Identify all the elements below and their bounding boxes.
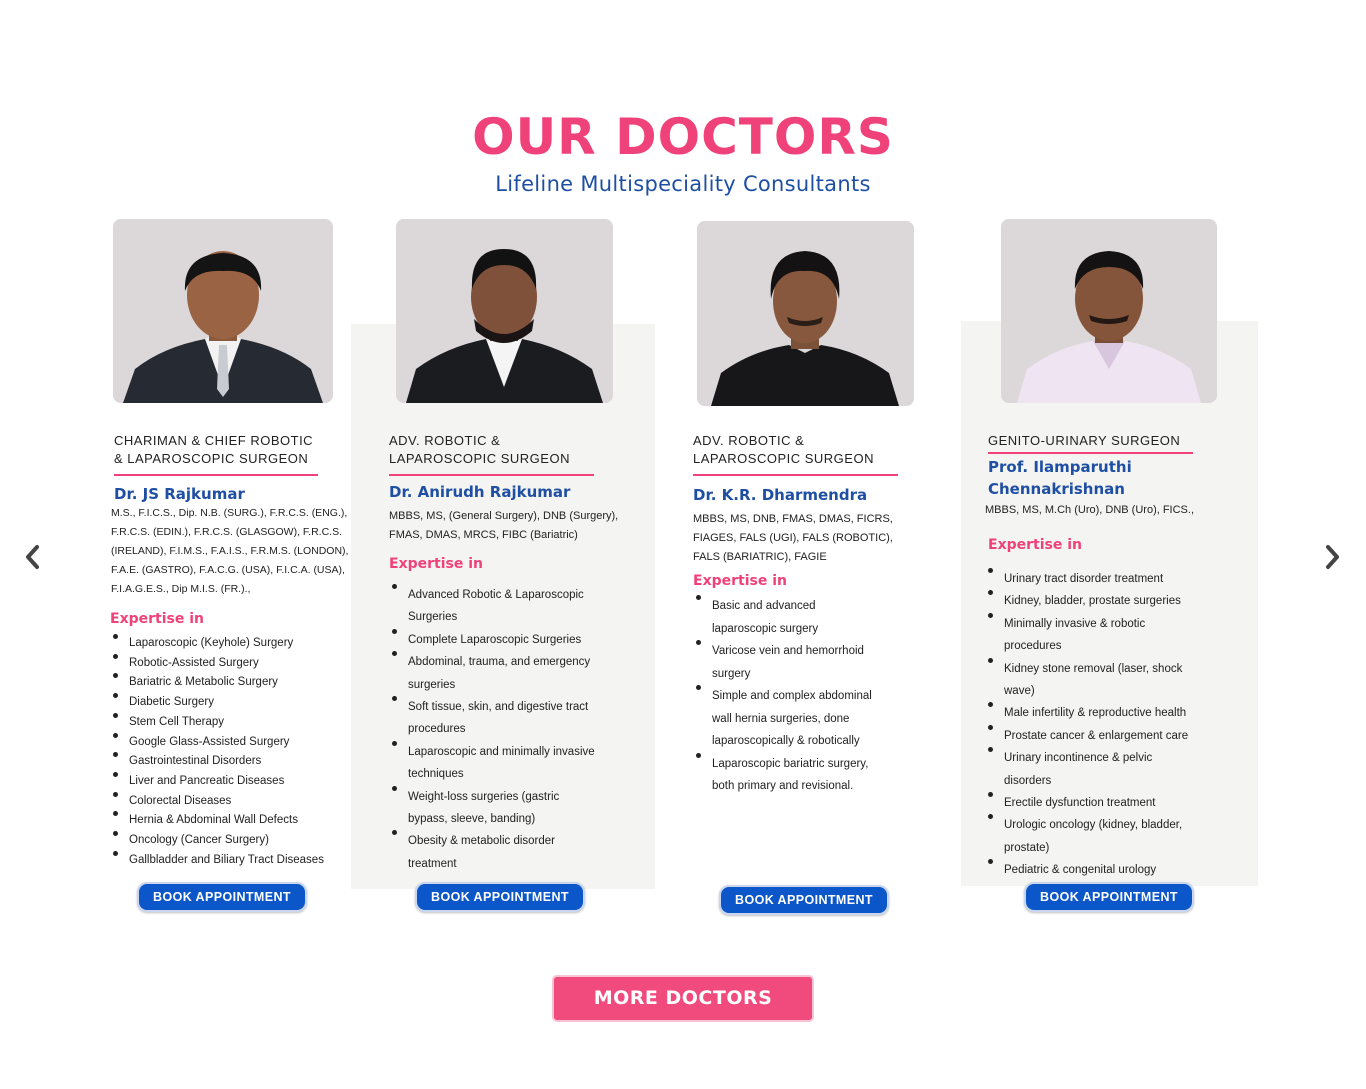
list-item: Prostate cancer & enlargement care [985,724,1235,747]
list-item: Gastrointestinal Disorders [110,752,360,772]
doctor-role: CHARIMAN & CHIEF ROBOTIC & LAPAROSCOPIC S… [114,433,314,466]
list-item: Pediatric & congenital urology [985,859,1235,881]
list-item: Bariatric & Metabolic Surgery [110,673,360,693]
book-appointment-button[interactable]: BOOK APPOINTMENT [415,882,585,912]
doctor-qualifications: MBBS, MS, (General Surgery), DNB (Surger… [389,510,619,541]
list-item: procedures [1004,640,1062,653]
list-item: wall hernia surgeries, done [712,712,850,725]
doctor-name: Dr. JS Rajkumar [114,485,245,503]
doctor-role: ADV. ROBOTIC & LAPAROSCOPIC SURGEON [693,433,874,466]
expertise-heading: Expertise in [389,556,483,572]
list-item: Stem Cell Therapy [110,712,360,733]
list-item: Abdominal, trauma, and emergency [389,651,651,673]
list-item: techniques [408,768,464,781]
doctor-qualifications: MBBS, MS, M.Ch (Uro), DNB (Uro), FICS., [985,504,1195,516]
list-item: Urinary tract disorder treatment [985,568,1235,590]
doctor-photo [396,219,613,403]
role-underline [693,474,898,476]
doctor-name: Dr. K.R. Dharmendra [693,486,868,504]
list-item: Basic and advanced [693,595,913,618]
expertise-list: Laparoscopic (Keyhole) Surgery Robotic-A… [110,634,360,870]
list-item: Liver and Pancreatic Diseases [110,771,360,792]
list-item: Laparoscopic bariatric surgery, [693,752,913,776]
doctor-qualifications: M.S., F.I.C.S., Dip. N.B. (SURG.), F.R.C… [111,507,349,595]
list-item: Diabetic Surgery [110,693,360,713]
list-item: disorders [1004,774,1052,787]
list-item: procedures [408,723,466,736]
list-item: Gallbladder and Biliary Tract Diseases [110,850,360,871]
expertise-heading: Expertise in [693,573,787,589]
doctor-photo [113,219,333,403]
expertise-heading: Expertise in [110,611,204,627]
doctor-role: ADV. ROBOTIC & LAPAROSCOPIC SURGEON [389,433,570,466]
section-title: OUR DOCTORS [472,108,894,166]
book-appointment-button[interactable]: BOOK APPOINTMENT [1024,882,1194,912]
list-item: surgery [712,667,751,680]
more-doctors-button[interactable]: MORE DOCTORS [552,975,814,1022]
list-item: Complete Laparoscopic Surgeries [389,628,651,651]
list-item: Oncology (Cancer Surgery) [110,831,360,851]
list-item: Hernia & Abdominal Wall Defects [110,811,360,831]
role-underline [114,474,318,476]
list-item: Urinary incontinence & pelvic [985,747,1235,769]
doctor-qualifications: MBBS, MS, DNB, FMAS, DMAS, FICRS, FIAGES,… [693,513,893,563]
list-item: Minimally invasive & robotic [985,612,1235,635]
carousel-prev-button[interactable] [20,541,46,573]
list-item: prostate) [1004,841,1050,854]
list-item: Urologic oncology (kidney, bladder, [985,814,1235,836]
book-appointment-button[interactable]: BOOK APPOINTMENT [719,885,889,915]
section-subtitle: Lifeline Multispeciality Consultants [495,172,871,196]
list-item: Kidney, bladder, prostate surgeries [985,590,1235,612]
list-item: Weight-loss surgeries (gastric [389,785,651,808]
list-item: Robotic-Assisted Surgery [110,653,360,674]
list-item: Erectile dysfunction treatment [985,792,1235,814]
doctor-role: GENITO-URINARY SURGEON [988,433,1181,448]
expertise-list: Basic and advanced laparoscopic surgery … [693,595,913,798]
list-item: Colorectal Diseases [110,791,360,812]
role-underline [389,474,594,476]
list-item: bypass, sleeve, banding) [408,813,536,826]
list-item: Laparoscopic and minimally invasive [389,740,651,763]
list-item: surgeries [408,678,456,691]
carousel-next-button[interactable] [1319,541,1345,573]
list-item: wave) [1004,685,1035,698]
list-item: Simple and complex abdominal [693,685,913,708]
list-item: Obesity & metabolic disorder [389,830,651,852]
role-underline [988,452,1193,454]
doctor-portrait-illustration [396,219,613,403]
doctor-name: Dr. Anirudh Rajkumar [389,483,571,501]
expertise-list: Advanced Robotic & Laparoscopic Surgerie… [389,584,651,875]
list-item: Laparoscopic (Keyhole) Surgery [110,634,360,654]
list-item: Kidney stone removal (laser, shock [985,657,1235,680]
list-item: Surgeries [408,611,458,624]
list-item: Google Glass-Assisted Surgery [110,732,360,753]
doctor-name: Prof. Ilamparuthi Chennakrishnan [988,458,1132,498]
list-item: both primary and revisional. [712,780,854,792]
book-appointment-button[interactable]: BOOK APPOINTMENT [137,882,307,912]
list-item: Soft tissue, skin, and digestive tract [389,696,651,718]
list-item: Advanced Robotic & Laparoscopic [389,584,651,606]
doctor-photo [697,221,914,406]
list-item: laparoscopic surgery [712,622,819,635]
expertise-list: Urinary tract disorder treatment Kidney,… [985,568,1235,882]
doctor-portrait-illustration [697,221,914,406]
list-item: laparoscopically & robotically [712,735,860,747]
doctor-photo [1001,219,1217,403]
list-item: Male infertility & reproductive health [985,702,1235,724]
chevron-right-icon [1326,545,1339,569]
chevron-left-icon [26,545,39,569]
expertise-heading: Expertise in [988,537,1082,553]
doctor-portrait-illustration [113,219,333,403]
doctor-portrait-illustration [1001,219,1217,403]
list-item: treatment [408,857,457,870]
list-item: Varicose vein and hemorrhoid [693,640,913,663]
